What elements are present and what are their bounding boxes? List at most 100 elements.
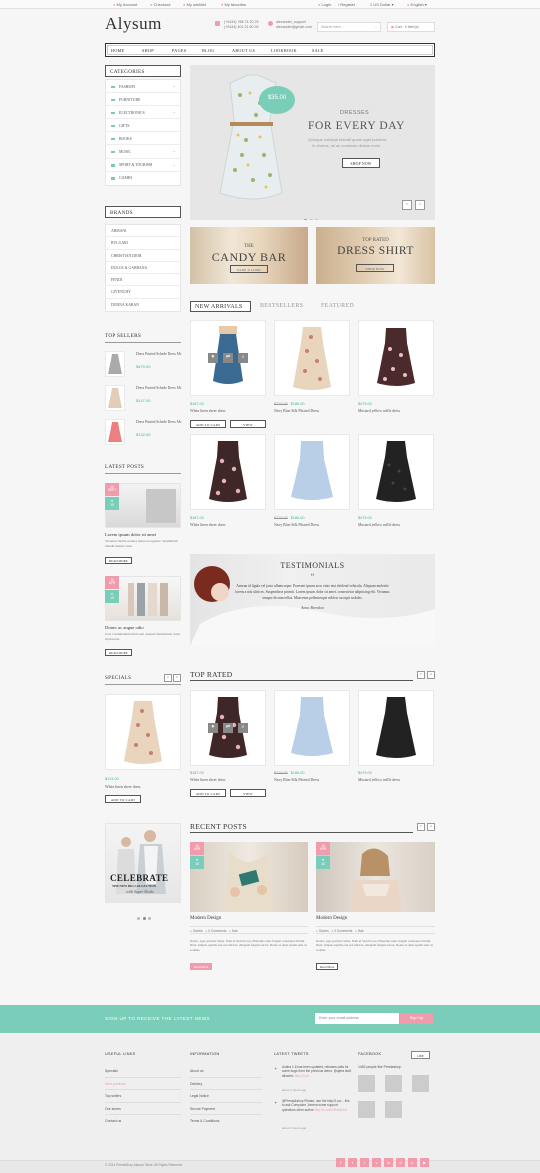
footer-link[interactable]: Legal Notice (190, 1090, 262, 1103)
post-title[interactable]: Modern Design (316, 916, 347, 921)
footer-link[interactable]: About us (190, 1065, 262, 1078)
zoom-icon[interactable]: ⌕ (238, 353, 248, 363)
product-card[interactable] (274, 690, 350, 766)
chevron-down-icon[interactable]: ⌄ (173, 83, 176, 88)
top-seller-image[interactable] (105, 351, 125, 377)
search-icon[interactable]: ⌕ (375, 25, 377, 29)
tab-bestsellers[interactable]: BESTSELLERS (260, 303, 303, 309)
shop-now-button[interactable]: SHOP NOW (356, 264, 394, 272)
language-select[interactable]: ● English ▾ (407, 2, 427, 7)
brand-item[interactable]: BVLGARI (106, 237, 180, 250)
checkout-link[interactable]: ● Checkout (150, 2, 170, 7)
my-account-link[interactable]: ● My Account (113, 2, 137, 7)
nav-item-shop[interactable]: SHOP (142, 48, 154, 53)
pinterest-icon[interactable]: p (408, 1158, 417, 1167)
category-item[interactable]: SPORT & TOURISM ⌄ (106, 159, 180, 172)
post-title[interactable]: Donec ac augue odio (105, 625, 144, 630)
product-name[interactable]: White linen sheer dress (190, 523, 226, 527)
read-more-button[interactable]: Read More (190, 963, 213, 970)
add-to-cart-button[interactable]: ADD TO CART (105, 795, 141, 803)
product-card[interactable]: ♥ ⇄ ⌕ (190, 690, 266, 766)
top-seller-image[interactable] (105, 385, 125, 411)
top-rated-next-button[interactable]: › (427, 671, 435, 679)
product-card[interactable] (274, 320, 350, 396)
shop-now-button[interactable]: SHOP NOW (342, 158, 380, 168)
nav-item-lookbook[interactable]: LOOKBOOK (271, 48, 297, 53)
read-more-button[interactable]: Read More (316, 963, 339, 970)
search-input[interactable]: Search here... ⌕ (317, 22, 381, 32)
special-name[interactable]: White linen sheer dress (105, 785, 141, 789)
category-item[interactable]: MUSIC ⌄ (106, 145, 180, 159)
category-item[interactable]: GIFTS (106, 119, 180, 133)
brand-item[interactable]: CHRISTIAN DIOR (106, 250, 180, 262)
post-image[interactable] (190, 842, 308, 912)
facebook-avatar[interactable] (385, 1075, 402, 1092)
dribbble-icon[interactable]: d (396, 1158, 405, 1167)
facebook-icon[interactable]: f (336, 1158, 345, 1167)
footer-link[interactable]: Secure Payment (190, 1103, 262, 1115)
footer-link[interactable]: New products (105, 1078, 181, 1090)
product-card[interactable] (358, 320, 434, 396)
currency-select[interactable]: $ US Dollar ▾ (370, 2, 394, 7)
product-card[interactable] (274, 434, 350, 510)
heart-icon[interactable]: ♥ (208, 353, 218, 363)
product-card[interactable]: ♥ ⇄ ⌕ (190, 320, 266, 396)
nav-item-pages[interactable]: PAGES (172, 48, 186, 53)
brand-item[interactable]: FENDI (106, 274, 180, 287)
category-item[interactable]: FURNITURE (106, 93, 180, 107)
footer-link[interactable]: Top sellers (105, 1090, 181, 1103)
footer-link[interactable]: Our stores (105, 1103, 181, 1115)
product-name[interactable]: White linen sheer dress (190, 409, 226, 413)
facebook-avatar[interactable] (385, 1101, 402, 1118)
post-image[interactable] (316, 842, 435, 912)
chevron-down-icon[interactable]: ⌄ (173, 148, 176, 153)
brand-item[interactable]: DONNA KARAN (106, 299, 180, 311)
top-seller-name[interactable]: Dress Printed Schede Dress Mc (136, 352, 182, 357)
tab-featured[interactable]: FEATURED (321, 303, 354, 309)
view-button[interactable]: VIEW (230, 420, 266, 428)
special-product-card[interactable] (105, 694, 181, 770)
zoom-icon[interactable]: ⌕ (238, 723, 248, 733)
chevron-down-icon[interactable]: ⌄ (173, 109, 176, 114)
product-name[interactable]: Mustard yellow ruffle dress (358, 778, 400, 782)
category-item[interactable]: BOOKS (106, 132, 180, 146)
likes-badge[interactable]: ♥ 15 (316, 856, 330, 869)
top-rated-prev-button[interactable]: ‹ (417, 671, 425, 679)
heart-icon[interactable]: ♥ (208, 723, 218, 733)
likes-badge[interactable]: ♥ 15 (105, 590, 119, 603)
read-more-button[interactable]: READ MORE (105, 557, 132, 564)
nav-item-about[interactable]: ABOUT US (232, 48, 255, 53)
slider-prev-button[interactable]: ‹ (402, 200, 412, 210)
candy-bar-banner[interactable]: THE CANDY BAR TAKE A LOOK (190, 227, 308, 284)
category-item[interactable]: ELECTRONICS ⌄ (106, 106, 180, 120)
wishlist-link[interactable]: ● My wishlist (183, 2, 206, 7)
category-item[interactable]: FASHION ⌄ (106, 80, 180, 94)
top-seller-name[interactable]: Dress Printed Schede Dress Mc (136, 420, 182, 425)
facebook-avatar[interactable] (358, 1101, 375, 1118)
rss-icon[interactable]: r (360, 1158, 369, 1167)
likes-badge[interactable]: ♥ 15 (190, 856, 204, 869)
facebook-like-button[interactable]: Like (411, 1051, 430, 1059)
cart-button[interactable]: ◼ Cart : 0 item(s) (387, 22, 435, 32)
top-seller-name[interactable]: Dress Printed Schede Dress Mc (136, 386, 182, 391)
twitter-icon[interactable]: t (348, 1158, 357, 1167)
youtube-icon[interactable]: ▶ (420, 1158, 429, 1167)
product-card[interactable] (190, 434, 266, 510)
logo[interactable]: Alysum (105, 14, 162, 34)
favorites-link[interactable]: ♥ My favorites (221, 2, 246, 7)
add-to-cart-button[interactable]: ADD TO CART (190, 789, 226, 797)
read-more-button[interactable]: READ MORE (105, 649, 132, 656)
product-name[interactable]: Mustard yellow ruffle dress (358, 409, 400, 413)
celebrate-dots[interactable] (137, 907, 154, 925)
login-link[interactable]: ● Login (318, 2, 331, 7)
hero-slider[interactable]: DRESSES FOR EVERY DAY Quisque volutpat b… (190, 65, 435, 220)
nav-item-home[interactable]: HOME (111, 48, 125, 53)
product-name[interactable]: Navy Blue Silk Pleated Dress (274, 409, 319, 413)
recent-posts-next-button[interactable]: › (427, 823, 435, 831)
brand-item[interactable]: GIVENCHY (106, 286, 180, 299)
brand-item[interactable]: DOLCE & GABBANA (106, 262, 180, 275)
product-card[interactable] (358, 690, 434, 766)
top-seller-image[interactable] (105, 419, 125, 445)
footer-link[interactable]: Delivery (190, 1078, 262, 1090)
brand-item[interactable]: ARMANI (106, 225, 180, 238)
